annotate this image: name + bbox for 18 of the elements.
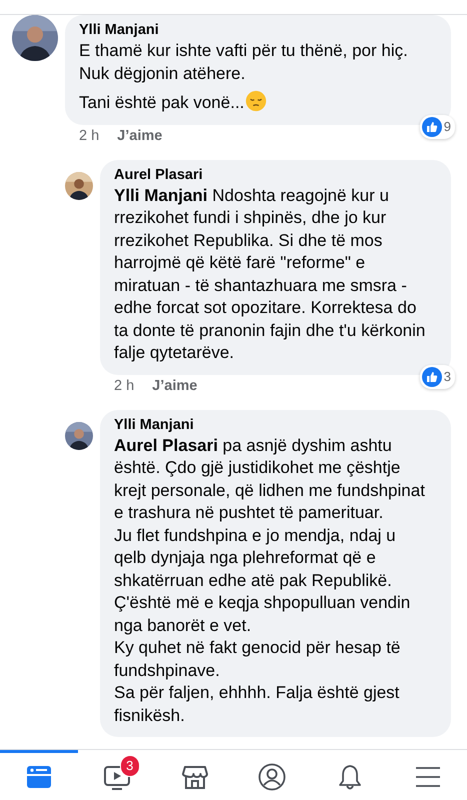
profile-icon: [258, 762, 286, 790]
notification-badge: 3: [120, 755, 140, 777]
author-name[interactable]: Aurel Plasari: [114, 166, 431, 184]
reaction-count[interactable]: 9: [420, 114, 455, 138]
comment-text: Ylli Manjani Ndoshta reagojnë kur u rrezikohet fundi i shpinës, dhe jo kur rrezikohet Republika. Si dhe të mos harrojmë që këtë farë "reforme" e miratuan - të shantazhuara me smsra - edhe forcat sot opozitare. Korrektesa do ta donte të pranonin fajin dhe t'u kërkonin falje qytetarëve.: [114, 184, 426, 364]
reaction-count[interactable]: 3: [420, 364, 455, 388]
video-tab[interactable]: 3: [78, 750, 156, 800]
author-name[interactable]: Ylli Manjani: [79, 21, 431, 39]
author-name[interactable]: Ylli Manjani: [114, 416, 431, 434]
thumbs-up-icon: [422, 116, 442, 136]
comment-text: Tani është pak vonë...: [79, 90, 431, 114]
comment-text: E thamë kur ishte vafti për tu thënë, por hiç. Nuk dëgjonin atëhere.: [79, 40, 409, 84]
comment-time: 2 h: [79, 128, 100, 144]
thumbs-up-icon: [422, 366, 442, 386]
like-link[interactable]: J’aime: [152, 378, 198, 394]
like-link[interactable]: J’aime: [117, 128, 162, 144]
comment-time: 2 h: [114, 378, 134, 394]
comment-text: Aurel Plasari pa asnjë dyshim ashtu është. Çdo gjë justidikohet me çështje krejt personale, që lidhen me fundshpinat e trashura në pushtet të pamerituar. Ju flet fundshpina e jo mendja, ndaj u qelb dynjaja nga plehreformat që e shkatërruan edhe atë pak Republikë. Ç'është më e keqja shpopulluan vendin nga banorët e vet. Ky quhet në fakt genocid për hesap të fundshpinave. Sa për faljen, ehhhh. Falja është gjest fisnikësh.: [114, 434, 426, 726]
